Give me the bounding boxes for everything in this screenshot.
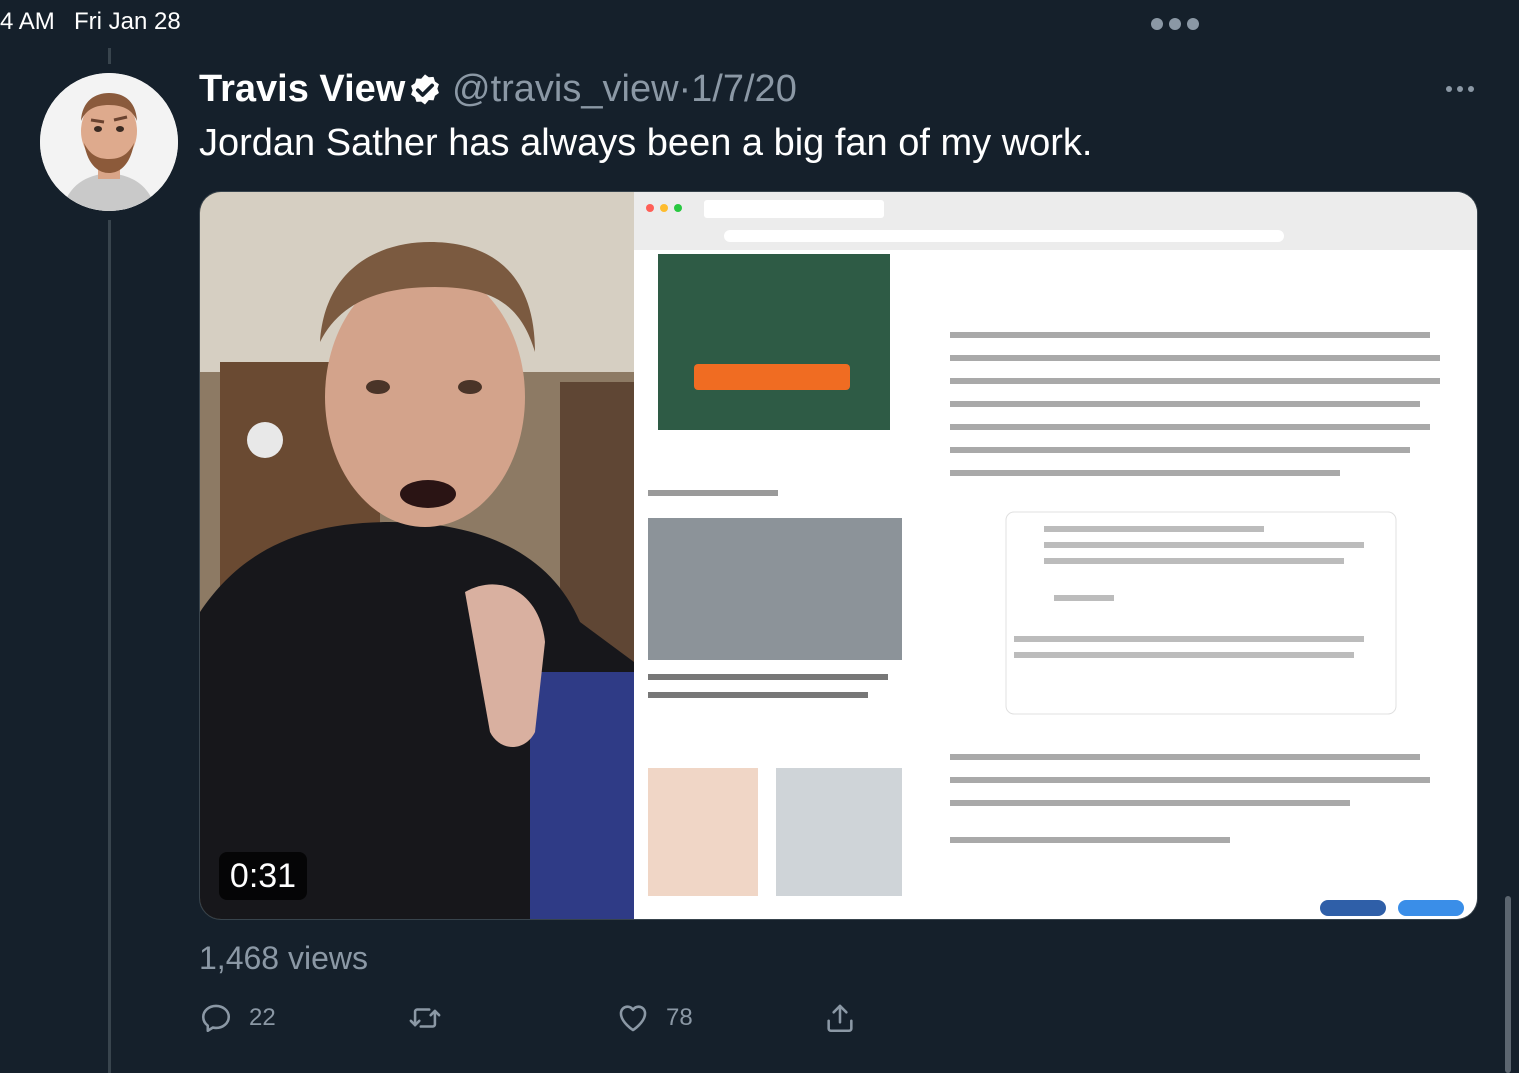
status-time: 4 AM — [0, 8, 55, 35]
handle-and-date: @travis_view·1/7/20 — [452, 68, 797, 111]
reply-button[interactable]: 22 — [199, 1001, 276, 1035]
thread-line — [108, 220, 111, 1073]
like-count: 78 — [666, 1004, 693, 1031]
like-icon — [619, 1005, 647, 1032]
retweet-icon — [409, 1008, 441, 1028]
reply-count: 22 — [249, 1004, 276, 1031]
reply-icon — [201, 1004, 231, 1033]
video-player[interactable]: 0:31 — [199, 191, 1478, 920]
more-options-icon[interactable] — [1446, 86, 1474, 92]
tweet-date[interactable]: 1/7/20 — [691, 68, 797, 110]
author-name[interactable]: Travis View — [199, 68, 405, 111]
scrollbar[interactable] — [1505, 896, 1511, 1073]
retweet-button[interactable] — [408, 1001, 458, 1035]
avatar-photo — [40, 73, 178, 211]
status-date: Fri Jan 28 — [74, 8, 181, 35]
video-frame-browser — [634, 192, 1477, 919]
separator: · — [678, 68, 692, 110]
avatar[interactable] — [40, 73, 178, 211]
more-options-icon[interactable] — [1151, 18, 1199, 30]
thread-line — [108, 48, 111, 64]
like-button[interactable]: 78 — [616, 1001, 693, 1035]
view-count: 1,468 views — [199, 940, 368, 976]
video-duration: 0:31 — [219, 852, 307, 900]
author-handle[interactable]: @travis_view — [452, 68, 679, 110]
share-button[interactable] — [823, 1001, 857, 1035]
share-icon — [827, 1004, 853, 1033]
video-frame-speaker: 0:31 — [200, 192, 634, 919]
tweet-text: Jordan Sather has always been a big fan … — [199, 122, 1093, 164]
verified-badge-icon — [411, 74, 439, 105]
